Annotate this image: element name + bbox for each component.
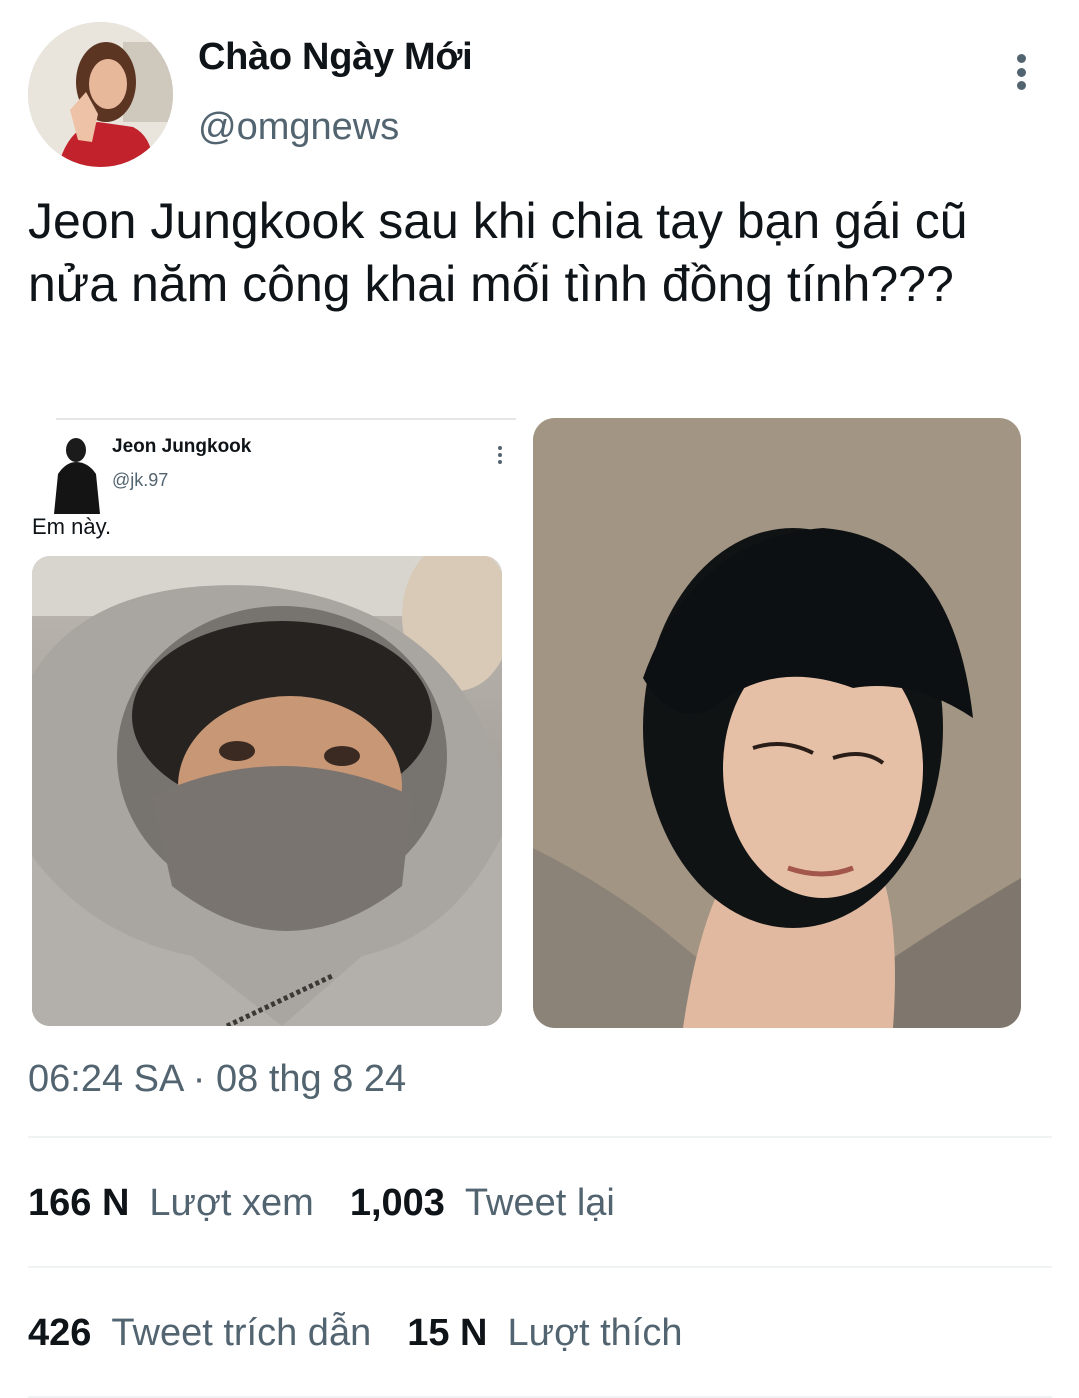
stats-row-quotes-likes: 426 Tweet trích dẫn 15 N Lượt thích xyxy=(28,1312,719,1355)
tweet-text: Jeon Jungkook sau khi chia tay bạn gái c… xyxy=(28,193,968,312)
views-label: Lượt xem xyxy=(149,1182,314,1224)
more-options-icon[interactable] xyxy=(1003,48,1039,96)
divider xyxy=(28,1266,1052,1268)
quotes-label[interactable]: Tweet trích dẫn xyxy=(111,1312,371,1355)
author-avatar[interactable] xyxy=(28,22,173,167)
embedded-author-avatar xyxy=(44,430,106,520)
tweet-media-right[interactable] xyxy=(533,418,1021,1028)
stats-row-views-retweets: 166 N Lượt xem 1,003 Tweet lại xyxy=(28,1182,651,1225)
views-count: 166 N xyxy=(28,1182,130,1224)
embedded-photo xyxy=(32,556,502,1026)
embedded-tweet-text: Em này. xyxy=(32,514,112,539)
media-top-border xyxy=(56,418,516,420)
embedded-display-name: Jeon Jungkook xyxy=(112,436,252,457)
embedded-more-icon xyxy=(498,446,506,464)
author-display-name[interactable]: Chào Ngày Mới xyxy=(198,36,473,79)
avatar-photo xyxy=(28,22,173,167)
silhouette-photo xyxy=(44,430,106,520)
portrait-photo xyxy=(533,418,1021,1028)
likes-count[interactable]: 15 N xyxy=(407,1312,487,1355)
author-handle[interactable]: @omgnews xyxy=(198,106,399,149)
tweet-timestamp[interactable]: 06:24 SA · 08 thg 8 24 xyxy=(28,1058,406,1101)
embedded-handle: @jk.97 xyxy=(112,470,169,490)
quotes-count[interactable]: 426 xyxy=(28,1312,91,1355)
divider xyxy=(28,1136,1052,1138)
hooded-person-photo xyxy=(32,556,502,1026)
retweets-count[interactable]: 1,003 xyxy=(350,1182,445,1225)
tweet-media-left[interactable]: Jeon Jungkook @jk.97 Em này. xyxy=(28,418,516,1030)
likes-label[interactable]: Lượt thích xyxy=(508,1312,683,1355)
retweets-label[interactable]: Tweet lại xyxy=(465,1182,615,1225)
